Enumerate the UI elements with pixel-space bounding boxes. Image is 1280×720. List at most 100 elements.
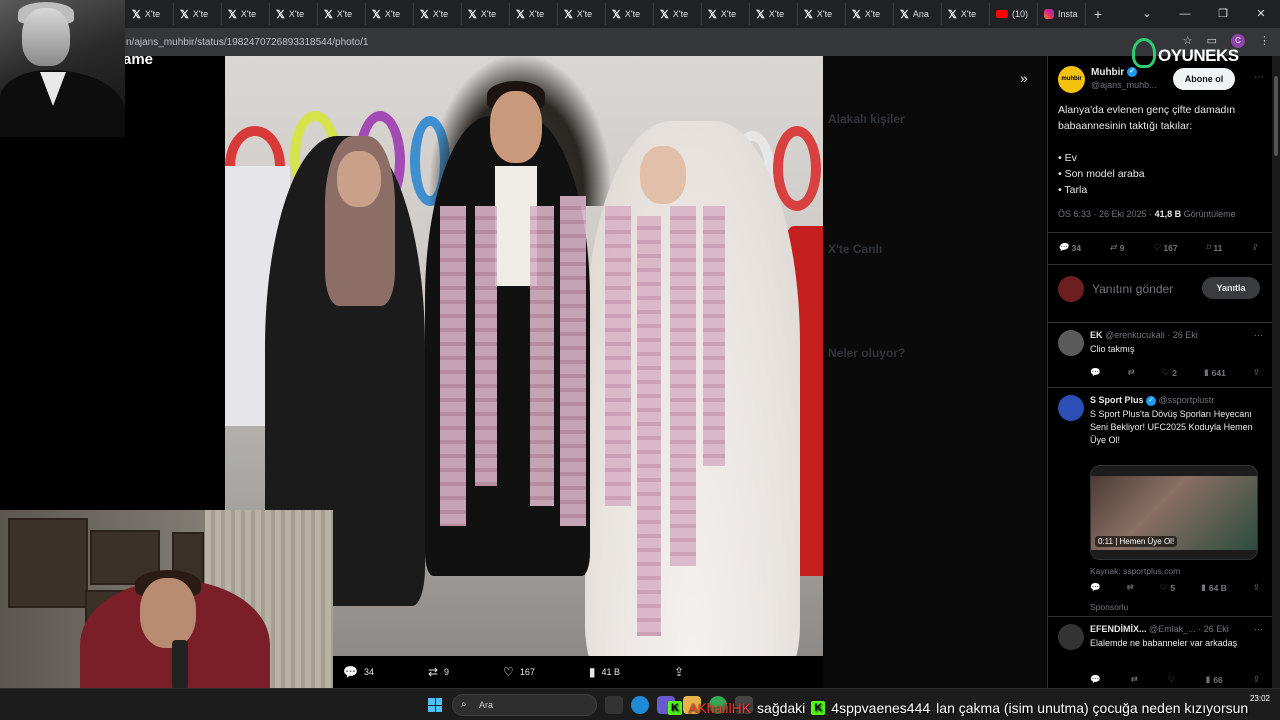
browser-tab-label: X'te <box>576 9 593 19</box>
x-icon: 𝕏 <box>516 8 525 21</box>
browser-tab[interactable]: 𝕏 X'te <box>798 3 846 25</box>
repost-icon[interactable]: ⇄ <box>1131 674 1138 685</box>
repost-button[interactable]: ⇄ 9 <box>428 665 449 679</box>
x-icon: 𝕏 <box>420 8 429 21</box>
views-button[interactable]: ▮ 64 B <box>1201 582 1227 593</box>
reply-avatar[interactable] <box>1058 330 1084 356</box>
browser-tab[interactable]: 𝕏 X'te <box>174 3 222 25</box>
views-button[interactable]: ▮ 641 <box>1204 367 1226 378</box>
reply-button[interactable]: 💬 34 <box>1058 242 1081 253</box>
kick-icon: K <box>668 701 682 715</box>
share-icon[interactable]: ⇪ <box>1253 367 1260 378</box>
browser-tab[interactable]: 𝕏 X'te <box>366 3 414 25</box>
share-button[interactable]: ⇪ <box>1251 242 1258 253</box>
browser-tab[interactable]: 𝕏 X'te <box>126 3 174 25</box>
more-options-icon[interactable]: ⋯ <box>1254 624 1263 635</box>
browser-tab-label: X'te <box>816 9 833 19</box>
reply-item[interactable]: EFENDİMİX... @Emlak_... · 26 Eki ⋯ Elale… <box>1058 624 1268 685</box>
oyuneks-mascot-icon <box>1132 38 1156 68</box>
like-button[interactable]: ♡ 167 <box>1153 242 1178 253</box>
ad-video[interactable]: 0:11 | Hemen Üye Ol! <box>1090 465 1258 560</box>
repost-button[interactable]: ⇄ 9 <box>1110 242 1125 253</box>
reply-icon[interactable]: 💬 <box>1090 367 1101 378</box>
browser-tab[interactable]: (10) <box>990 3 1038 25</box>
author-handle[interactable]: @ajans_muhb... <box>1091 80 1157 90</box>
browser-tab[interactable]: 𝕏 X'te <box>462 3 510 25</box>
browser-tab[interactable]: 𝕏 X'te <box>318 3 366 25</box>
collapse-panel-icon[interactable]: » <box>1020 70 1028 86</box>
x-icon: 𝕏 <box>132 8 141 21</box>
scrollbar[interactable] <box>1272 56 1280 688</box>
bookmark-button[interactable]: ⌑ 11 <box>1206 242 1222 253</box>
reply-submit-button[interactable]: Yanıtla <box>1202 277 1260 299</box>
taskbar-search[interactable]: ⌕ Ara <box>452 694 597 716</box>
share-button[interactable]: ⇪ <box>674 665 684 679</box>
views-button[interactable]: ▮ 41 B <box>589 665 620 679</box>
like-button[interactable]: ♡ 167 <box>503 665 535 679</box>
browser-tab[interactable]: 𝕏 X'te <box>942 3 990 25</box>
browser-tab[interactable]: 𝕏 X'te <box>270 3 318 25</box>
browser-tab[interactable]: 𝕏 X'te <box>702 3 750 25</box>
share-icon: ⇪ <box>1250 242 1258 252</box>
tab-search-icon[interactable]: ⌄ <box>1128 0 1166 28</box>
x-icon: 𝕏 <box>324 8 333 21</box>
task-view-icon[interactable] <box>605 696 623 714</box>
close-window-button[interactable]: ✕ <box>1242 0 1280 28</box>
minimize-button[interactable]: — <box>1166 0 1204 28</box>
address-bar[interactable]: n/ajans_muhbir/status/198247072689331854… <box>0 28 1280 56</box>
like-button[interactable]: ♡ 2 <box>1162 367 1177 378</box>
browser-tab[interactable]: 𝕏 X'te <box>750 3 798 25</box>
like-icon[interactable]: ♡ <box>1168 674 1176 685</box>
ad-source[interactable]: Kaynak: ssportplus.com <box>1090 566 1180 576</box>
repost-icon[interactable]: ⇄ <box>1127 582 1134 593</box>
video-caption[interactable]: 0:11 | Hemen Üye Ol! <box>1095 536 1178 547</box>
menu-icon[interactable]: ⋮ <box>1259 34 1270 48</box>
more-options-icon[interactable]: ⋯ <box>1254 72 1264 83</box>
reply-header: EFENDİMİX... @Emlak_... · 26 Eki <box>1090 624 1229 634</box>
browser-tab[interactable]: 𝕏 X'te <box>558 3 606 25</box>
kick-icon: K <box>811 701 826 715</box>
browser-tab[interactable]: 𝕏 X'te <box>222 3 270 25</box>
reply-avatar[interactable] <box>1058 624 1084 650</box>
youtube-icon <box>996 10 1008 18</box>
browser-tab-label: X'te <box>720 9 737 19</box>
page-title-fragment: ame <box>123 51 154 68</box>
browser-tab-label: X'te <box>384 9 401 19</box>
repost-icon[interactable]: ⇄ <box>1128 367 1135 378</box>
money-garland <box>703 206 725 466</box>
browser-tab[interactable]: 𝕏 X'te <box>654 3 702 25</box>
reply-icon[interactable]: 💬 <box>1090 582 1101 593</box>
reply-text: Clio takmış <box>1090 344 1135 354</box>
share-icon[interactable]: ⇪ <box>1253 674 1260 685</box>
like-button[interactable]: ♡ 5 <box>1160 582 1175 593</box>
reply-input[interactable]: Yanıtını gönder <box>1092 282 1173 296</box>
start-button[interactable] <box>428 698 442 712</box>
reply-button[interactable]: 💬 34 <box>343 665 374 679</box>
heart-icon: ♡ <box>1152 242 1161 252</box>
browser-tab-label: X'te <box>768 9 785 19</box>
views-button[interactable]: ▮ 66 <box>1206 674 1223 685</box>
edge-icon[interactable] <box>631 696 649 714</box>
browser-tab[interactable]: 𝕏 X'te <box>414 3 462 25</box>
maximize-button[interactable]: ❐ <box>1204 0 1242 28</box>
x-icon: 𝕏 <box>804 8 813 21</box>
new-tab-button[interactable]: + <box>1086 6 1110 22</box>
browser-tab[interactable]: Insta <box>1038 3 1086 25</box>
share-icon[interactable]: ⇪ <box>1253 582 1260 593</box>
x-icon: 𝕏 <box>180 8 189 21</box>
author-avatar[interactable]: muhbir <box>1058 66 1085 93</box>
browser-tab[interactable]: 𝕏 X'te <box>846 3 894 25</box>
reply-avatar[interactable] <box>1058 395 1084 421</box>
url-text[interactable]: n/ajans_muhbir/status/198247072689331854… <box>126 37 368 48</box>
browser-tab-label: (10) <box>1012 9 1029 19</box>
browser-tab-label: X'te <box>528 9 545 19</box>
browser-tab[interactable]: 𝕏 Ana <box>894 3 942 25</box>
reply-item[interactable]: EK @erenkucukali · 26 Eki ⋯ Clio takmış … <box>1058 330 1268 380</box>
browser-tab[interactable]: 𝕏 X'te <box>606 3 654 25</box>
photo-action-bar: 💬 34 ⇄ 9 ♡ 167 ▮ 41 B ⇪ <box>333 656 823 688</box>
scrollbar-thumb[interactable] <box>1274 76 1278 156</box>
sponsored-reply[interactable]: S Sport Plus ✓ @ssportplustr S Sport Plu… <box>1058 395 1268 620</box>
more-options-icon[interactable]: ⋯ <box>1254 330 1263 341</box>
reply-icon[interactable]: 💬 <box>1090 674 1101 685</box>
browser-tab[interactable]: 𝕏 X'te <box>510 3 558 25</box>
